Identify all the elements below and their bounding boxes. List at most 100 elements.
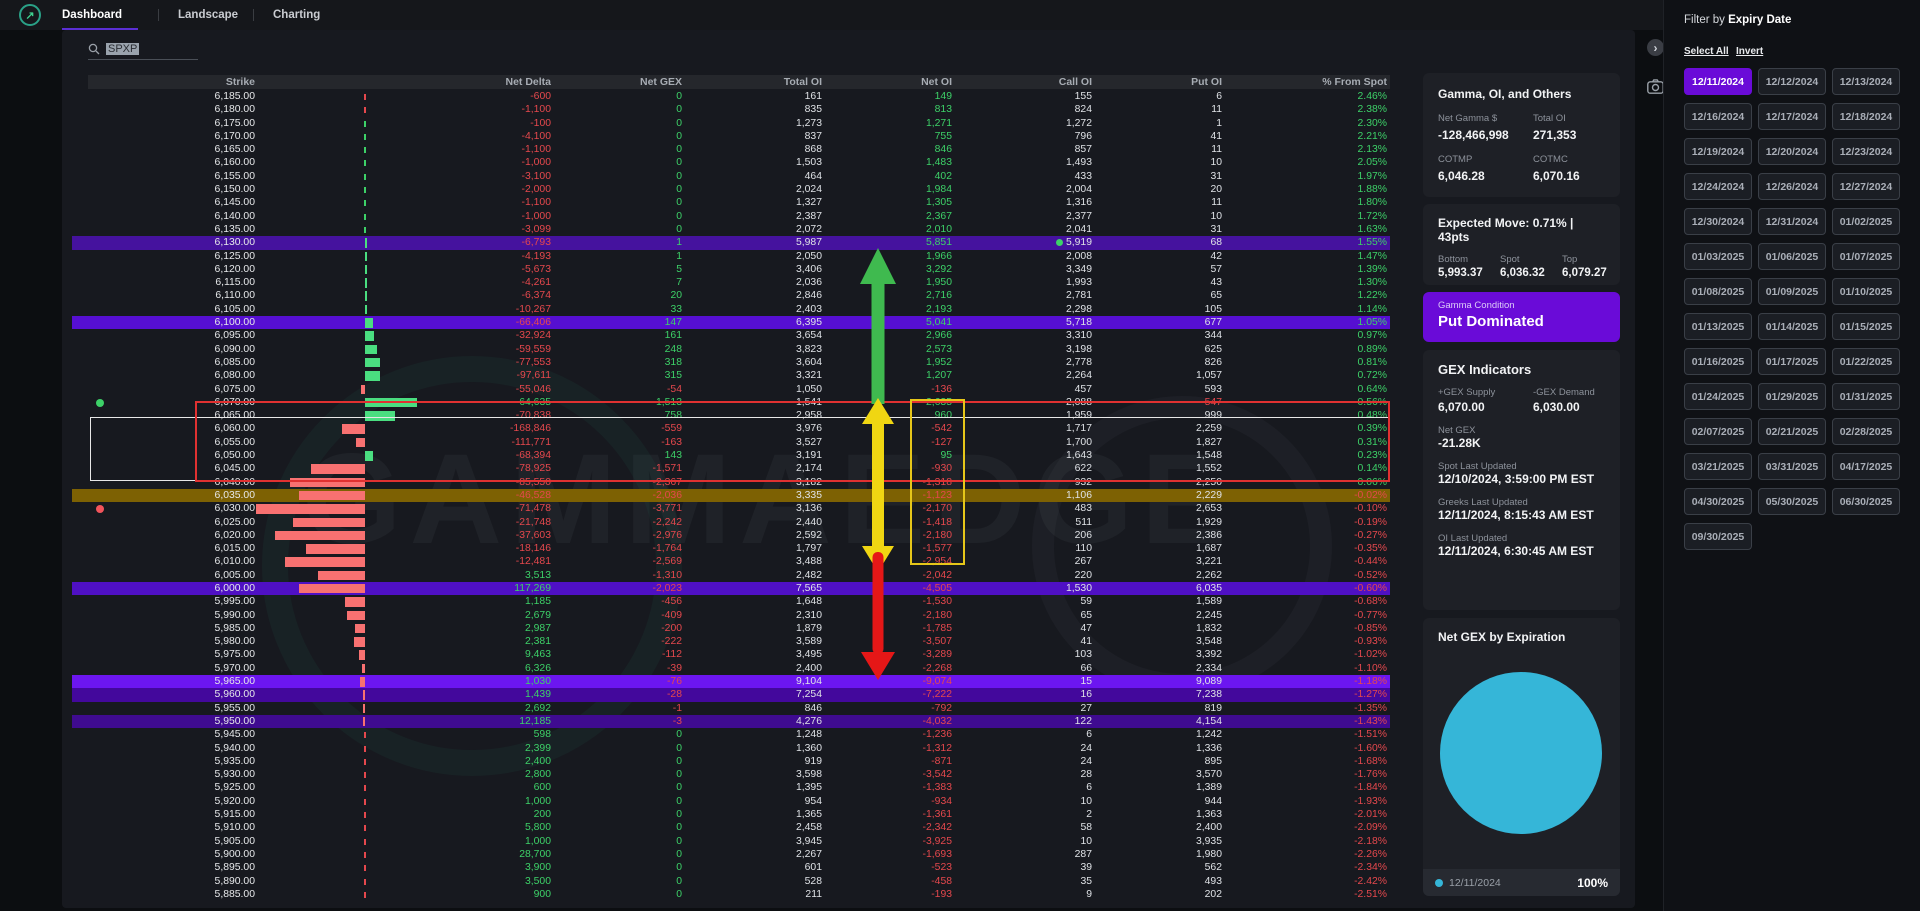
table-row-strike-601000[interactable]: 6,010.00 -12,481 -2,569 3,488 -2,954 267 3,221…	[72, 555, 1390, 568]
expiry-date-button-02-28-2025[interactable]: 02/28/2025	[1832, 418, 1900, 445]
expiry-date-button-03-31-2025[interactable]: 03/31/2025	[1758, 453, 1826, 480]
expiry-date-button-01-08-2025[interactable]: 01/08/2025	[1684, 278, 1752, 305]
table-row-strike-593000[interactable]: 5,930.00 2,800 0 3,598 -3,542 28 3,570 -1.76%	[72, 768, 1390, 781]
table-row-strike-594000[interactable]: 5,940.00 2,399 0 1,360 -1,312 24 1,336 -1.60%	[72, 742, 1390, 755]
table-row-strike-613000[interactable]: 6,130.00 -6,793 1 5,987 5,851 5,919 68 1.55%	[72, 236, 1390, 250]
expiry-date-button-01-02-2025[interactable]: 01/02/2025	[1832, 208, 1900, 235]
table-row-strike-595500[interactable]: 5,955.00 2,692 -1 846 -792 27 819 -1.35%	[72, 702, 1390, 715]
expiry-date-button-12-30-2024[interactable]: 12/30/2024	[1684, 208, 1752, 235]
expiry-date-button-01-29-2025[interactable]: 01/29/2025	[1758, 383, 1826, 410]
table-row-strike-607500[interactable]: 6,075.00 -55,046 -54 1,050 -136 457 593 0.64%	[72, 383, 1390, 396]
expiry-date-button-12-20-2024[interactable]: 12/20/2024	[1758, 138, 1826, 165]
table-row-strike-608500[interactable]: 6,085.00 -77,553 318 3,604 1,952 2,778 826 0.81…	[72, 356, 1390, 369]
table-row-strike-597500[interactable]: 5,975.00 9,463 -112 3,495 -3,289 103 3,392 -1.0…	[72, 648, 1390, 661]
expiry-date-button-03-21-2025[interactable]: 03/21/2025	[1684, 453, 1752, 480]
expiry-date-button-01-15-2025[interactable]: 01/15/2025	[1832, 313, 1900, 340]
table-row-strike-600500[interactable]: 6,005.00 3,513 -1,310 2,482 -2,042 220 2,262 -0…	[72, 569, 1390, 582]
table-row-strike-612000[interactable]: 6,120.00 -5,673 5 3,406 3,292 3,349 57 1.39%	[72, 263, 1390, 276]
table-row-strike-598000[interactable]: 5,980.00 2,381 -222 3,589 -3,507 41 3,548 -0.93…	[72, 635, 1390, 648]
table-row-strike-614500[interactable]: 6,145.00 -1,100 0 1,327 1,305 1,316 11 1.80%	[72, 196, 1390, 209]
expiry-date-button-04-17-2025[interactable]: 04/17/2025	[1832, 453, 1900, 480]
table-row-strike-603500[interactable]: 6,035.00 -46,528 -2,036 3,335 -1,123 1,106 2,2…	[72, 488, 1390, 503]
expiry-date-button-01-17-2025[interactable]: 01/17/2025	[1758, 348, 1826, 375]
table-row-strike-592000[interactable]: 5,920.00 1,000 0 954 -934 10 944 -1.93%	[72, 795, 1390, 808]
net-gex-pie-chart[interactable]	[1440, 672, 1602, 834]
table-row-strike-605500[interactable]: 6,055.00 -111,771 -163 3,527 -127 1,700 1,827 0…	[72, 436, 1390, 449]
expiry-date-button-12-27-2024[interactable]: 12/27/2024	[1832, 173, 1900, 200]
collapse-sidebar-icon[interactable]: ›	[1647, 39, 1664, 56]
table-row-strike-599000[interactable]: 5,990.00 2,679 -409 2,310 -2,180 65 2,245 -0.77…	[72, 609, 1390, 622]
table-row-strike-590500[interactable]: 5,905.00 1,000 0 3,945 -3,925 10 3,935 -2.18%	[72, 835, 1390, 848]
tab-landscape[interactable]: Landscape	[178, 0, 238, 30]
expiry-date-button-12-23-2024[interactable]: 12/23/2024	[1832, 138, 1900, 165]
table-row-strike-613500[interactable]: 6,135.00 -3,099 0 2,072 2,010 2,041 31 1.63%	[72, 223, 1390, 236]
table-row-strike-606500[interactable]: 6,065.00 -70,838 758 2,958 960 1,959 999 0.48%	[72, 409, 1390, 422]
expiry-date-button-12-19-2024[interactable]: 12/19/2024	[1684, 138, 1752, 165]
table-row-strike-592500[interactable]: 5,925.00 600 0 1,395 -1,383 6 1,389 -1.84%	[72, 781, 1390, 794]
expiry-date-button-12-26-2024[interactable]: 12/26/2024	[1758, 173, 1826, 200]
expiry-date-button-01-13-2025[interactable]: 01/13/2025	[1684, 313, 1752, 340]
table-row-strike-616500[interactable]: 6,165.00 -1,100 0 868 846 857 11 2.13%	[72, 143, 1390, 156]
table-row-strike-599500[interactable]: 5,995.00 1,185 -456 1,648 -1,530 59 1,589 -0.68…	[72, 595, 1390, 608]
symbol-search-input[interactable]: SPXP	[88, 38, 198, 60]
table-row-strike-596000[interactable]: 5,960.00 1,439 -28 7,254 -7,222 16 7,238 -1.27%	[72, 688, 1390, 702]
table-row-strike-607000[interactable]: 6,070.00 64,635 1,513 1,541 2,635 2,088 -547 0.…	[72, 396, 1390, 409]
table-row-strike-604500[interactable]: 6,045.00 -78,925 -1,571 2,174 -930 622 1,552 0.…	[72, 462, 1390, 475]
expiry-date-button-02-21-2025[interactable]: 02/21/2025	[1758, 418, 1826, 445]
expiry-date-button-01-14-2025[interactable]: 01/14/2025	[1758, 313, 1826, 340]
table-row-strike-603000[interactable]: 6,030.00 -71,478 -3,771 3,136 -2,170 483 2,653…	[72, 502, 1390, 515]
camera-snapshot-icon[interactable]	[1647, 78, 1664, 95]
table-row-strike-591000[interactable]: 5,910.00 5,800 0 2,458 -2,342 58 2,400 -2.09%	[72, 821, 1390, 834]
expiry-date-button-12-18-2024[interactable]: 12/18/2024	[1832, 103, 1900, 130]
expiry-date-button-02-07-2025[interactable]: 02/07/2025	[1684, 418, 1752, 445]
table-row-strike-608000[interactable]: 6,080.00 -97,611 315 3,321 1,207 2,264 1,057 0.…	[72, 369, 1390, 382]
expiry-date-button-01-07-2025[interactable]: 01/07/2025	[1832, 243, 1900, 270]
table-row-strike-600000[interactable]: 6,000.00 117,269 -2,023 7,565 -4,505 1,530 6,0…	[72, 581, 1390, 596]
expiry-date-button-01-22-2025[interactable]: 01/22/2025	[1832, 348, 1900, 375]
table-row-strike-589000[interactable]: 5,890.00 3,500 0 528 -458 35 493 -2.42%	[72, 875, 1390, 888]
table-row-strike-610500[interactable]: 6,105.00 -10,267 33 2,403 2,193 2,298 105 1.14%	[72, 303, 1390, 316]
expiry-date-button-01-31-2025[interactable]: 01/31/2025	[1832, 383, 1900, 410]
table-row-strike-591500[interactable]: 5,915.00 200 0 1,365 -1,361 2 1,363 -2.01%	[72, 808, 1390, 821]
table-row-strike-596500[interactable]: 5,965.00 1,030 -76 9,104 -9,074 15 9,089 -1.18%	[72, 675, 1390, 689]
table-row-strike-601500[interactable]: 6,015.00 -18,146 -1,764 1,797 -1,577 110 1,687…	[72, 542, 1390, 555]
table-row-strike-618000[interactable]: 6,180.00 -1,100 0 835 813 824 11 2.38%	[72, 103, 1390, 116]
table-row-strike-611500[interactable]: 6,115.00 -4,261 7 2,036 1,950 1,993 43 1.30%	[72, 276, 1390, 289]
expiry-date-button-01-03-2025[interactable]: 01/03/2025	[1684, 243, 1752, 270]
expiry-date-button-12-17-2024[interactable]: 12/17/2024	[1758, 103, 1826, 130]
table-row-strike-597000[interactable]: 5,970.00 6,326 -39 2,400 -2,268 66 2,334 -1.10%	[72, 662, 1390, 675]
table-row-strike-589500[interactable]: 5,895.00 3,900 0 601 -523 39 562 -2.34%	[72, 861, 1390, 874]
expiry-date-button-12-13-2024[interactable]: 12/13/2024	[1832, 68, 1900, 95]
tab-dashboard[interactable]: Dashboard	[62, 0, 122, 30]
expiry-date-button-01-09-2025[interactable]: 01/09/2025	[1758, 278, 1826, 305]
expiry-date-button-01-06-2025[interactable]: 01/06/2025	[1758, 243, 1826, 270]
table-row-strike-605000[interactable]: 6,050.00 -68,394 143 3,191 95 1,643 1,548 0.23%	[72, 449, 1390, 462]
expiry-date-button-04-30-2025[interactable]: 04/30/2025	[1684, 488, 1752, 515]
table-row-strike-598500[interactable]: 5,985.00 2,987 -200 1,879 -1,785 47 1,832 -0.85…	[72, 622, 1390, 635]
table-row-strike-588500[interactable]: 5,885.00 900 0 211 -193 9 202 -2.51%	[72, 888, 1390, 901]
expiry-date-button-01-24-2025[interactable]: 01/24/2025	[1684, 383, 1752, 410]
tab-charting[interactable]: Charting	[273, 0, 320, 30]
expiry-date-button-01-10-2025[interactable]: 01/10/2025	[1832, 278, 1900, 305]
table-row-strike-617500[interactable]: 6,175.00 -100 0 1,273 1,271 1,272 1 2.30%	[72, 117, 1390, 130]
table-row-strike-615000[interactable]: 6,150.00 -2,000 0 2,024 1,984 2,004 20 1.88%	[72, 183, 1390, 196]
invert-link[interactable]: Invert	[1736, 46, 1763, 57]
table-row-strike-612500[interactable]: 6,125.00 -4,193 1 2,050 1,966 2,008 42 1.47%	[72, 250, 1390, 263]
table-row-strike-590000[interactable]: 5,900.00 28,700 0 2,267 -1,693 287 1,980 -2.26%	[72, 848, 1390, 861]
expiry-date-button-05-30-2025[interactable]: 05/30/2025	[1758, 488, 1826, 515]
table-row-strike-618500[interactable]: 6,185.00 -600 0 161 149 155 6 2.46%	[72, 90, 1390, 103]
expiry-date-button-09-30-2025[interactable]: 09/30/2025	[1684, 523, 1752, 550]
table-row-strike-615500[interactable]: 6,155.00 -3,100 0 464 402 433 31 1.97%	[72, 170, 1390, 183]
table-row-strike-614000[interactable]: 6,140.00 -1,000 0 2,387 2,367 2,377 10 1.72%	[72, 210, 1390, 223]
expiry-date-button-12-11-2024[interactable]: 12/11/2024	[1684, 68, 1752, 95]
expiry-date-button-12-31-2024[interactable]: 12/31/2024	[1758, 208, 1826, 235]
table-row-strike-604000[interactable]: 6,040.00 -85,550 -2,367 3,182 -1,318 932 2,250…	[72, 476, 1390, 489]
table-row-strike-593500[interactable]: 5,935.00 2,400 0 919 -871 24 895 -1.68%	[72, 755, 1390, 768]
table-row-strike-609500[interactable]: 6,095.00 -32,924 161 3,654 2,966 3,310 344 0.97…	[72, 329, 1390, 342]
table-row-strike-610000[interactable]: 6,100.00 -66,406 147 6,395 5,041 5,718 677 1.05…	[72, 316, 1390, 330]
expiry-date-button-12-16-2024[interactable]: 12/16/2024	[1684, 103, 1752, 130]
table-row-strike-602500[interactable]: 6,025.00 -21,748 -2,242 2,440 -1,418 511 1,929…	[72, 516, 1390, 529]
expiry-date-button-12-12-2024[interactable]: 12/12/2024	[1758, 68, 1826, 95]
expiry-date-button-01-16-2025[interactable]: 01/16/2025	[1684, 348, 1752, 375]
table-row-strike-611000[interactable]: 6,110.00 -6,374 20 2,846 2,716 2,781 65 1.22%	[72, 289, 1390, 302]
